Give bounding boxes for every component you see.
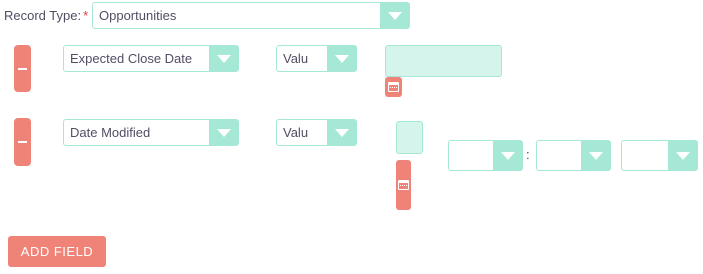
condition-2-meridiem-select[interactable] bbox=[621, 140, 698, 171]
record-type-label: Record Type: * bbox=[4, 8, 88, 23]
condition-2-minutes-select[interactable] bbox=[536, 140, 611, 171]
chevron-down-icon bbox=[493, 141, 522, 170]
calendar-icon bbox=[388, 82, 399, 92]
condition-1-field-select[interactable]: Expected Close Date bbox=[63, 45, 239, 72]
chevron-down-icon bbox=[209, 46, 238, 71]
condition-2-hours-select[interactable] bbox=[448, 140, 523, 171]
condition-1-calendar-button[interactable] bbox=[385, 77, 402, 97]
required-marker: * bbox=[83, 8, 89, 23]
condition-2-field-select[interactable]: Date Modified bbox=[63, 119, 239, 146]
chevron-down-icon bbox=[327, 46, 356, 71]
chevron-down-icon bbox=[668, 141, 697, 170]
add-field-button[interactable]: ADD FIELD bbox=[8, 236, 106, 267]
chevron-down-icon bbox=[380, 3, 409, 28]
minus-icon bbox=[18, 141, 27, 143]
condition-2-calendar-button[interactable] bbox=[396, 160, 411, 210]
remove-condition-2-button[interactable] bbox=[14, 118, 31, 166]
time-separator: : bbox=[526, 147, 530, 162]
calendar-icon bbox=[398, 180, 409, 190]
minus-icon bbox=[18, 67, 27, 70]
condition-2-field-value: Date Modified bbox=[70, 125, 151, 140]
condition-2-operator-select[interactable]: Valu bbox=[276, 119, 357, 146]
chevron-down-icon bbox=[327, 120, 356, 145]
condition-2-operator-value: Valu bbox=[283, 125, 309, 140]
record-type-value: Opportunities bbox=[99, 8, 177, 23]
record-type-label-text: Record Type: bbox=[4, 8, 82, 23]
condition-2-date-input[interactable] bbox=[396, 121, 423, 154]
condition-1-operator-select[interactable]: Valu bbox=[276, 45, 357, 72]
record-type-select[interactable]: Opportunities bbox=[92, 2, 410, 29]
chevron-down-icon bbox=[581, 141, 610, 170]
condition-1-date-input[interactable] bbox=[385, 45, 502, 77]
chevron-down-icon bbox=[209, 120, 238, 145]
remove-condition-1-button[interactable] bbox=[14, 45, 31, 92]
condition-1-operator-value: Valu bbox=[283, 51, 309, 66]
condition-2-hours-value bbox=[455, 141, 490, 170]
condition-1-field-value: Expected Close Date bbox=[70, 51, 193, 66]
condition-2-meridiem-value bbox=[628, 141, 665, 170]
condition-2-minutes-value bbox=[543, 141, 578, 170]
